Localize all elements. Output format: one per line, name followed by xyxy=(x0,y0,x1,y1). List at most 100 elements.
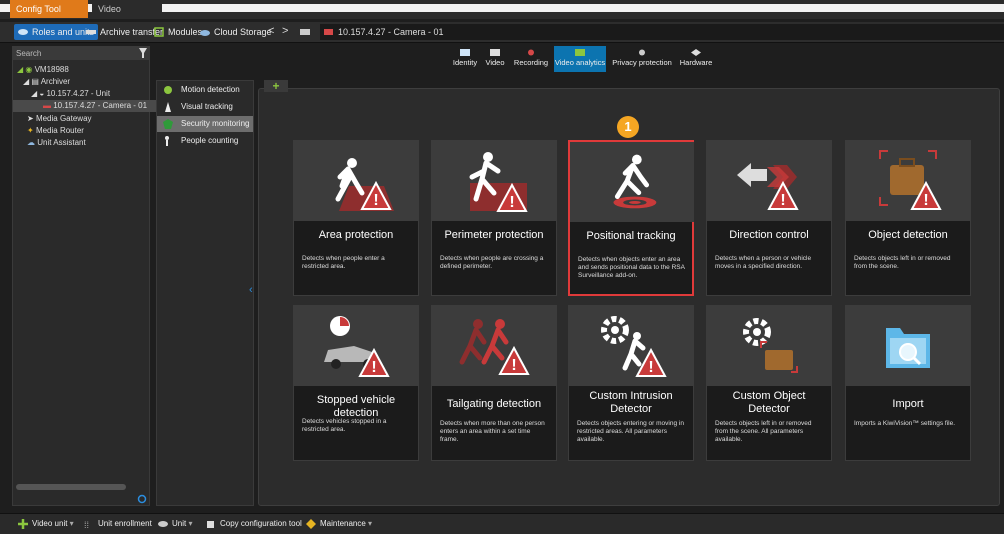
tree-item-unit[interactable]: ◢ ◒ 10.157.4.27 - Unit xyxy=(13,88,167,100)
card-perimeter-protection[interactable]: ! Perimeter protection Detects when peop… xyxy=(431,140,557,296)
tree-item-label: Media Router xyxy=(35,126,84,135)
card-description: Detects when a person or vehicle moves i… xyxy=(715,255,812,270)
card-title: Direction control xyxy=(729,229,809,241)
svg-text:!: ! xyxy=(780,192,785,209)
card-custom-intrusion-detector[interactable]: ! Custom Intrusion Detector Detects obje… xyxy=(568,305,694,461)
search-input[interactable]: Search xyxy=(13,47,149,60)
maintenance-button[interactable]: Maintenance ▾ xyxy=(306,517,372,531)
card-stopped-vehicle-detection[interactable]: ! Stopped vehicle detection Detects vehi… xyxy=(293,305,419,461)
tab-label: Video xyxy=(485,58,505,67)
privacy-icon xyxy=(639,49,645,56)
tree-item-vm[interactable]: ◢ ◉ VM18988 xyxy=(13,64,153,76)
category-people-counting[interactable]: People counting xyxy=(157,133,253,149)
card-description: Detects when objects enter an area and s… xyxy=(578,256,685,279)
tailgating-icon: ! xyxy=(459,319,530,375)
card-title: Perimeter protection xyxy=(444,229,544,241)
refresh-icon[interactable] xyxy=(137,494,147,504)
people-counting-icon xyxy=(165,136,169,146)
tree-item-archiver[interactable]: ◢ ▤ Archiver xyxy=(13,76,159,88)
tab-video-settings[interactable]: Video xyxy=(483,46,507,72)
forward-button[interactable]: > xyxy=(282,25,288,37)
unit-label: Unit xyxy=(172,519,187,528)
card-positional-tracking[interactable]: Positional tracking Detects when objects… xyxy=(568,140,694,296)
visual-tracking-icon xyxy=(165,102,171,112)
cloud-storage-button[interactable]: Cloud Storage xyxy=(196,24,276,40)
category-security-monitoring[interactable]: Security monitoring xyxy=(157,116,253,132)
tab-config-tool[interactable]: Config Tool xyxy=(10,0,88,18)
tab-video-analytics[interactable]: Video analytics xyxy=(554,46,606,72)
category-visual-tracking[interactable]: Visual tracking xyxy=(157,99,253,115)
tree-item-unit-assistant[interactable]: ☁ Unit Assistant xyxy=(13,137,163,149)
tab-label: Video analytics xyxy=(554,58,606,67)
tree-item-label: VM18988 xyxy=(34,65,69,74)
card-direction-control[interactable]: ! Direction control Detects when a perso… xyxy=(706,140,832,296)
tab-hardware[interactable]: Hardware xyxy=(678,46,714,72)
svg-text:⁞⁞: ⁞⁞ xyxy=(84,520,89,529)
unit-button[interactable]: Unit ▾ xyxy=(158,517,192,531)
category-label: People counting xyxy=(181,136,239,145)
folder-search-icon xyxy=(886,328,930,368)
card-description: Detects when people are crossing a defin… xyxy=(440,255,544,270)
card-title: Import xyxy=(892,398,924,410)
cloud-label: Cloud Storage xyxy=(214,27,272,37)
card-description: Detects objects left in or removed from … xyxy=(854,255,951,270)
address-bar[interactable]: 10.157.4.27 - Camera - 01 xyxy=(320,24,1004,40)
unit-enrollment-button[interactable]: ⁞⁞ Unit enrollment xyxy=(84,517,152,531)
category-label: Visual tracking xyxy=(181,102,233,111)
tab-privacy-protection[interactable]: Privacy protection xyxy=(612,46,672,72)
tab-recording[interactable]: Recording xyxy=(512,46,550,72)
card-description: Detects objects entering or moving in re… xyxy=(577,420,684,443)
roles-icon xyxy=(18,29,28,35)
camera-list-icon[interactable] xyxy=(300,27,310,37)
card-title: Custom Object Detector xyxy=(732,390,806,415)
back-button[interactable]: < xyxy=(268,25,274,37)
tab-video[interactable]: Video xyxy=(92,0,162,18)
category-motion-detection[interactable]: Motion detection xyxy=(157,82,253,98)
area-protection-icon: ! xyxy=(335,158,394,211)
card-custom-object-detector[interactable]: Custom Object Detector Detects objects l… xyxy=(706,305,832,461)
card-object-detection[interactable]: ! Object detection Detects objects left … xyxy=(845,140,971,296)
step-badge: 1 xyxy=(617,116,639,138)
tree-item-label: Archiver xyxy=(40,77,71,86)
tab-label: Privacy protection xyxy=(612,58,672,67)
tree-item-label: Media Gateway xyxy=(35,114,92,123)
identity-icon xyxy=(460,49,470,56)
copy-config-label: Copy configuration tool xyxy=(220,519,302,528)
custom-object-icon xyxy=(743,318,798,373)
card-area-protection[interactable]: ! Area protection Detects when people en… xyxy=(293,140,419,296)
video-unit-button[interactable]: Video unit ▾ xyxy=(18,517,74,531)
svg-text:!: ! xyxy=(511,357,516,374)
unit-icon xyxy=(158,521,168,527)
card-title: Custom Intrusion Detector xyxy=(589,390,673,415)
tree-horizontal-scrollbar[interactable] xyxy=(16,484,126,490)
svg-text:!: ! xyxy=(373,192,378,209)
card-title: Stopped vehicle detection xyxy=(316,394,396,419)
video-analytics-icon xyxy=(575,49,585,56)
security-monitoring-icon xyxy=(163,119,173,129)
stopped-vehicle-icon: ! xyxy=(324,316,390,377)
perimeter-protection-icon: ! xyxy=(469,152,528,212)
card-import[interactable]: Import Imports a KiwiVision™ settings fi… xyxy=(845,305,971,461)
add-tab-button[interactable]: + xyxy=(264,80,288,92)
copy-configuration-tool-button[interactable]: Copy configuration tool xyxy=(206,517,302,531)
direction-control-icon: ! xyxy=(737,163,799,210)
svg-text:!: ! xyxy=(648,359,653,376)
tree-item-media-router[interactable]: ✦ Media Router xyxy=(13,125,163,137)
archive-icon xyxy=(86,30,96,34)
card-tailgating-detection[interactable]: ! Tailgating detection Detects when more… xyxy=(431,305,557,461)
tree-item-media-gateway[interactable]: ➤ Media Gateway xyxy=(13,113,163,125)
main-toolbar: Roles and units Archive transfer Modules… xyxy=(0,22,1004,43)
card-title: Area protection xyxy=(318,229,394,241)
svg-text:!: ! xyxy=(923,192,928,209)
tab-identity[interactable]: Identity xyxy=(451,46,479,72)
hardware-icon xyxy=(691,49,701,56)
motion-detection-icon xyxy=(164,86,172,94)
tree-item-camera[interactable]: ▬ 10.157.4.27 - Camera - 01 xyxy=(13,100,179,112)
collapse-arrow-icon[interactable]: ‹ xyxy=(249,284,253,296)
copy-icon xyxy=(207,521,214,528)
video-unit-label: Video unit xyxy=(32,519,68,528)
unit-enrollment-label: Unit enrollment xyxy=(98,519,152,528)
svg-text:!: ! xyxy=(371,359,376,376)
recording-icon xyxy=(528,49,534,56)
filter-icon[interactable] xyxy=(139,48,147,58)
